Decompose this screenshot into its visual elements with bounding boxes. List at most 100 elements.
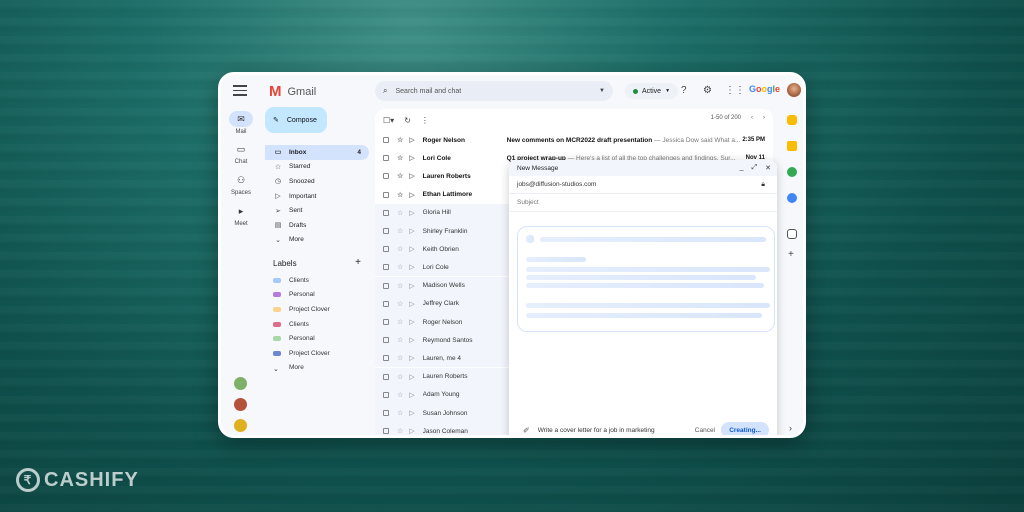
important-icon[interactable]: ▷ — [409, 409, 414, 417]
lock-icon[interactable]: 🔒︎ — [761, 181, 765, 189]
row-checkbox[interactable] — [383, 428, 389, 435]
important-icon[interactable]: ▷ — [409, 300, 414, 308]
important-icon[interactable]: ▷ — [409, 391, 414, 399]
subject-field[interactable]: Subject — [509, 194, 777, 212]
status-selector[interactable]: Active ▼ — [625, 83, 679, 99]
row-checkbox[interactable] — [383, 155, 389, 162]
important-icon[interactable]: ▷ — [409, 282, 414, 290]
contact-avatar[interactable] — [234, 398, 247, 411]
apps-grid-icon[interactable]: ⋮⋮ — [725, 85, 745, 96]
row-checkbox[interactable] — [383, 228, 389, 234]
close-icon[interactable]: ✕ — [765, 164, 771, 172]
star-icon[interactable]: ☆ — [397, 391, 403, 399]
star-icon[interactable]: ☆ — [397, 427, 403, 435]
to-field[interactable]: jobs@diffusion-studios.com 🔒︎ — [509, 176, 777, 194]
row-checkbox[interactable] — [383, 137, 389, 143]
star-icon[interactable]: ☆ — [397, 172, 403, 180]
row-checkbox[interactable] — [383, 355, 389, 362]
nav-item-inbox[interactable]: ▭ Inbox 4 — [265, 145, 369, 160]
star-icon[interactable]: ☆ — [397, 336, 403, 344]
rail-item-spaces[interactable]: ⚇ Spaces — [221, 172, 261, 197]
row-checkbox[interactable] — [383, 300, 389, 307]
important-icon[interactable]: ▷ — [409, 245, 414, 253]
row-checkbox[interactable] — [383, 246, 389, 253]
labels-more[interactable]: ⌄ More — [265, 361, 369, 376]
more-vert-icon[interactable]: ⋮ — [421, 116, 429, 125]
important-icon[interactable]: ▷ — [409, 354, 414, 362]
rail-item-chat[interactable]: ▭ Chat — [221, 141, 261, 166]
chevron-left-icon[interactable]: ‹ — [751, 115, 753, 121]
search-options-icon[interactable]: ▼ — [599, 88, 605, 94]
main-menu-icon[interactable] — [233, 85, 247, 97]
search-bar[interactable]: ⌕ Search mail and chat ▼ — [375, 81, 613, 101]
help-icon[interactable]: ? — [681, 85, 687, 96]
star-icon[interactable]: ☆ — [397, 227, 403, 235]
row-checkbox[interactable] — [383, 282, 389, 289]
important-icon[interactable]: ▷ — [409, 336, 414, 344]
minimize-icon[interactable]: _ — [740, 164, 744, 172]
important-icon[interactable]: ▷ — [409, 318, 414, 326]
contact-avatar[interactable] — [234, 377, 247, 390]
important-icon[interactable]: ▷ — [409, 263, 414, 271]
creating-button[interactable]: Creating... — [721, 422, 769, 435]
star-icon[interactable]: ☆ — [397, 373, 403, 381]
contacts-icon[interactable] — [787, 193, 797, 203]
star-icon[interactable]: ☆ — [397, 191, 403, 199]
contact-avatar[interactable] — [234, 419, 247, 432]
star-icon[interactable]: ☆ — [397, 300, 403, 308]
important-icon[interactable]: ▷ — [409, 427, 414, 435]
gmail-logo[interactable]: M Gmail — [269, 83, 316, 100]
label-item[interactable]: Clients — [265, 317, 369, 332]
cancel-button[interactable]: Cancel — [695, 427, 715, 434]
important-icon[interactable]: ▷ — [409, 227, 414, 235]
gear-icon[interactable]: ⚙ — [703, 85, 712, 96]
star-icon[interactable]: ☆ — [397, 282, 403, 290]
expand-icon[interactable]: ⤢ — [752, 164, 758, 172]
row-checkbox[interactable] — [383, 319, 389, 325]
search-input[interactable]: Search mail and chat — [395, 88, 461, 95]
label-item[interactable]: Clients — [265, 273, 369, 288]
prompt-text[interactable]: Write a cover letter for a job in market… — [538, 427, 655, 434]
nav-item-more[interactable]: ⌄ More — [265, 233, 369, 248]
chevron-right-icon[interactable]: › — [789, 423, 792, 433]
row-checkbox[interactable] — [383, 209, 389, 216]
row-checkbox[interactable] — [383, 410, 389, 416]
star-icon[interactable]: ☆ — [397, 318, 403, 326]
row-checkbox[interactable] — [383, 173, 389, 180]
account-avatar[interactable] — [787, 83, 801, 97]
nav-item-starred[interactable]: ☆ Starred — [265, 160, 369, 175]
nav-item-important[interactable]: ▷ Important — [265, 189, 369, 204]
label-item[interactable]: Project Clover — [265, 302, 369, 317]
star-icon[interactable]: ☆ — [397, 354, 403, 362]
star-icon[interactable]: ☆ — [397, 154, 403, 162]
add-label-icon[interactable]: + — [355, 258, 361, 268]
star-icon[interactable]: ☆ — [397, 263, 403, 271]
star-icon[interactable]: ☆ — [397, 209, 403, 217]
important-icon[interactable]: ▷ — [409, 209, 414, 217]
label-item[interactable]: Personal — [265, 288, 369, 303]
chevron-right-icon[interactable]: › — [763, 115, 765, 121]
row-checkbox[interactable] — [383, 337, 389, 344]
rail-item-mail[interactable]: ✉ Mail — [221, 111, 261, 135]
compose-button[interactable]: ✎ Compose — [265, 107, 327, 133]
refresh-icon[interactable]: ↻ — [404, 116, 411, 125]
row-checkbox[interactable] — [383, 264, 389, 271]
label-item[interactable]: Personal — [265, 331, 369, 346]
star-icon[interactable]: ☆ — [397, 136, 403, 144]
row-checkbox[interactable] — [383, 191, 389, 198]
add-app-icon[interactable]: + — [788, 249, 794, 260]
important-icon[interactable]: ▷ — [409, 373, 414, 381]
important-icon[interactable]: ▷ — [409, 172, 414, 180]
nav-item-sent[interactable]: ➢ Sent — [265, 203, 369, 218]
addons-icon[interactable] — [787, 229, 797, 239]
tasks-icon[interactable] — [787, 167, 797, 177]
important-icon[interactable]: ▷ — [409, 154, 414, 162]
rail-item-meet[interactable]: ▸ Meet — [221, 203, 261, 228]
row-checkbox[interactable] — [383, 391, 389, 398]
calendar-icon[interactable] — [787, 115, 797, 125]
important-icon[interactable]: ▷ — [409, 136, 414, 144]
star-icon[interactable]: ☆ — [397, 409, 403, 417]
keep-icon[interactable] — [787, 141, 797, 151]
important-icon[interactable]: ▷ — [409, 191, 414, 199]
nav-item-drafts[interactable]: ▤ Drafts — [265, 218, 369, 233]
